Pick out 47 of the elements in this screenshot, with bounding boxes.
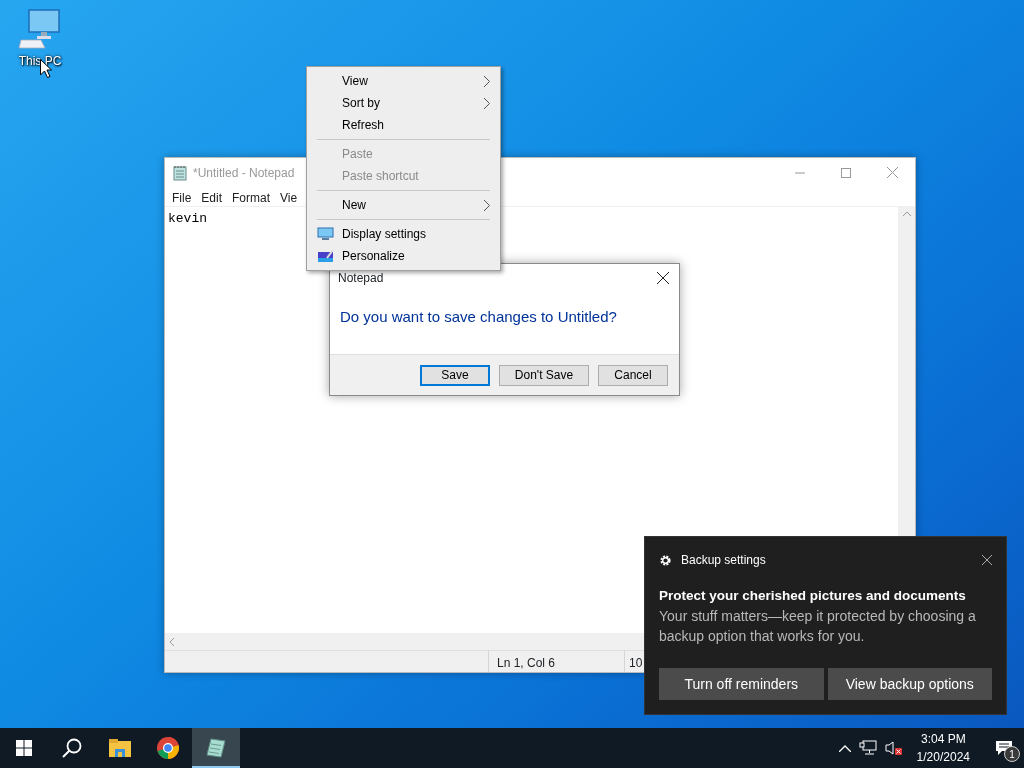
notification-button[interactable]: Turn off reminders [659,668,824,700]
chevron-right-icon [484,97,490,109]
notepad-icon[interactable] [205,737,227,759]
dialog-title: Notepad [338,270,384,287]
chevron-up-icon[interactable] [838,744,851,752]
menu-item[interactable]: Sort by [309,92,498,114]
close-icon[interactable] [657,272,669,284]
menu-item[interactable]: View [309,70,498,92]
notepad-icon [173,164,187,181]
menu-item[interactable]: Personalize [309,245,498,267]
clock-text: 3:04 PM [920,731,966,748]
menu-item[interactable]: File [167,187,197,206]
paint-icon [317,249,334,263]
menu-item[interactable]: Display settings [309,223,498,245]
chevron-right-icon [484,199,490,211]
menu-item[interactable]: New [309,194,498,216]
network-icon[interactable] [858,740,877,756]
settings-icon [659,553,672,567]
dialog-button[interactable]: Save [420,364,490,386]
app-name: Backup settings [681,552,766,569]
document-text: kevin [168,211,207,226]
windows-logo-icon[interactable] [16,740,32,756]
action-center-button[interactable]: 1 [984,728,1024,768]
notification-body: Your stuff matters—keep it protected by choosing a backup option that works for you. [659,607,977,647]
computer-icon[interactable] [17,8,63,52]
status-text: Ln 1, Col 6 [488,651,624,672]
monitor-icon [317,227,334,240]
dialog-button[interactable]: Don't Save [499,364,589,386]
menu-item[interactable]: Refresh [309,114,498,136]
close-icon[interactable] [982,555,992,565]
notification-count: 1 [1004,746,1020,762]
dialog-button[interactable]: Cancel [598,364,668,386]
notification-button[interactable]: View backup options [827,668,992,700]
menu-item[interactable]: Vie [275,187,303,206]
browser-icon[interactable] [156,736,180,760]
menu-item[interactable]: Format [227,187,276,206]
chevron-right-icon [484,75,490,87]
dialog-message: Do you want to save changes to Untitled? [339,307,618,327]
notification-heading: Protect your cherished pictures and documents [659,587,967,605]
menu-item[interactable]: Edit [196,187,228,206]
maximize-icon[interactable] [841,167,851,178]
muted-speaker-icon[interactable] [884,740,903,756]
search-icon[interactable] [62,738,82,758]
taskbar-button[interactable] [192,728,240,768]
folder-icon[interactable] [109,739,131,757]
clock-text: 1/20/2024 [916,749,970,766]
window-title: *Untitled - Notepad [193,164,295,182]
